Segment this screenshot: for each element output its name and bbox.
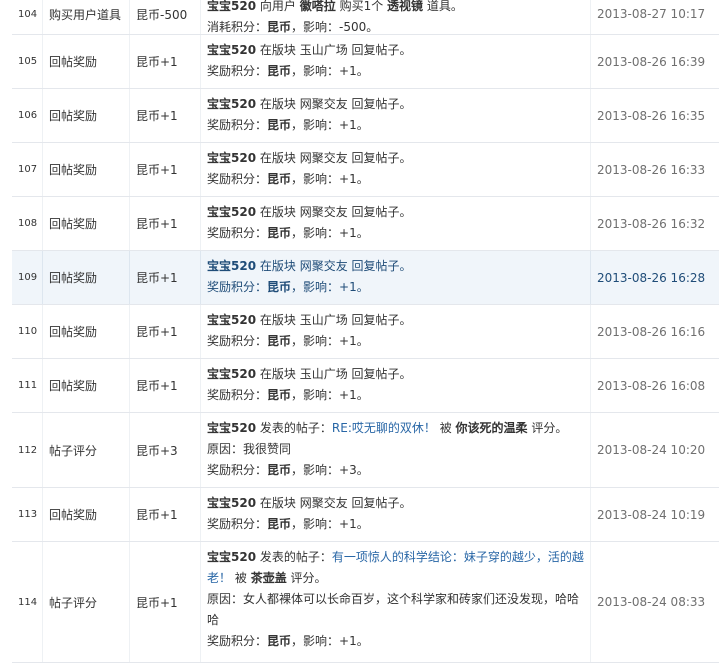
username-link[interactable]: 宝宝520 [207,0,256,13]
row-id: 112 [12,413,43,487]
reason-text: 原因：我很赞同 [207,442,292,456]
operation-type: 回帖奖励 [43,251,130,304]
detail: 宝宝520 在版块 网聚交友 回复帖子。 奖励积分：昆币，影响：+1。 [201,89,591,142]
credit-change: 昆币+1 [130,305,201,358]
table-row: 111 回帖奖励 昆币+1 宝宝520 在版块 玉山广场 回复帖子。 奖励积分：… [12,359,719,413]
timestamp: 2013-08-24 08:33 [597,595,706,609]
username-link[interactable]: 宝宝520 [207,259,256,273]
username-link[interactable]: 宝宝520 [207,205,256,219]
operation-type: 帖子评分 [43,542,130,662]
row-id: 105 [12,35,43,88]
timestamp: 2013-08-24 10:19 [597,507,706,522]
rater-link[interactable]: 茶壶盖 [251,571,287,585]
credit-log-table: 104 购买用户道具 昆币-500 宝宝520 向用户 徽嗒拉 购买1个 透视镜… [12,0,719,663]
timestamp: 2013-08-26 16:33 [597,162,706,177]
credit-change: 昆币+1 [130,488,201,541]
row-id: 106 [12,89,43,142]
table-row: 107 回帖奖励 昆币+1 宝宝520 在版块 网聚交友 回复帖子。 奖励积分：… [12,143,719,197]
detail: 宝宝520 在版块 玉山广场 回复帖子。 奖励积分：昆币，影响：+1。 [201,305,591,358]
detail: 宝宝520 在版块 网聚交友 回复帖子。 奖励积分：昆币，影响：+1。 [201,197,591,250]
username-link[interactable]: 宝宝520 [207,550,256,564]
credit-change: 昆币+1 [130,89,201,142]
credit-change: 昆币+1 [130,143,201,196]
table-row: 105 回帖奖励 昆币+1 宝宝520 在版块 玉山广场 回复帖子。 奖励积分：… [12,35,719,89]
timestamp: 2013-08-26 16:08 [597,378,706,393]
row-id: 111 [12,359,43,412]
table-row: 106 回帖奖励 昆币+1 宝宝520 在版块 网聚交友 回复帖子。 奖励积分：… [12,89,719,143]
username-link[interactable]: 宝宝520 [207,367,256,381]
operation-type: 回帖奖励 [43,89,130,142]
target-user-link[interactable]: 徽嗒拉 [300,0,336,13]
post-link[interactable]: RE:哎无聊的双休！ [332,421,436,435]
username-link[interactable]: 宝宝520 [207,151,256,165]
timestamp: 2013-08-26 16:39 [597,54,706,69]
table-row: 113 回帖奖励 昆币+1 宝宝520 在版块 网聚交友 回复帖子。 奖励积分：… [12,488,719,542]
operation-type: 回帖奖励 [43,305,130,358]
reason-text: 原因：女人都裸体可以长命百岁，这个科学家和砖家们还没发现，哈哈哈 [207,592,580,627]
item-name: 透视镜 [387,0,424,13]
timestamp: 2013-08-26 16:28 [597,270,706,285]
credit-change: 昆币+3 [130,413,201,487]
operation-type: 回帖奖励 [43,143,130,196]
detail: 宝宝520 在版块 网聚交友 回复帖子。 奖励积分：昆币，影响：+1。 [201,488,591,541]
credit-change: 昆币-500 [130,0,201,34]
username-link[interactable]: 宝宝520 [207,313,256,327]
operation-type: 购买用户道具 [43,0,130,34]
row-id: 107 [12,143,43,196]
operation-type: 回帖奖励 [43,197,130,250]
credit-change: 昆币+1 [130,251,201,304]
timestamp: 2013-08-26 16:16 [597,324,706,339]
operation-type: 回帖奖励 [43,359,130,412]
credit-change: 昆币+1 [130,197,201,250]
detail: 宝宝520 发表的帖子：RE:哎无聊的双休！ 被 你该死的温柔 评分。 原因：我… [201,413,591,487]
username-link[interactable]: 宝宝520 [207,97,256,111]
row-id: 113 [12,488,43,541]
table-row: 108 回帖奖励 昆币+1 宝宝520 在版块 网聚交友 回复帖子。 奖励积分：… [12,197,719,251]
operation-type: 回帖奖励 [43,35,130,88]
rater-link[interactable]: 你该死的温柔 [456,421,528,435]
row-id: 110 [12,305,43,358]
table-row-hover: 109 回帖奖励 昆币+1 宝宝520 在版块 网聚交友 回复帖子。 奖励积分：… [12,251,719,305]
credit-change: 昆币+1 [130,542,201,662]
detail: 宝宝520 向用户 徽嗒拉 购买1个 透视镜 道具。 消耗积分：昆币，影响：-5… [201,0,591,34]
row-id: 108 [12,197,43,250]
row-id: 109 [12,251,43,304]
timestamp: 2013-08-26 16:32 [597,216,706,231]
detail: 宝宝520 在版块 网聚交友 回复帖子。 奖励积分：昆币，影响：+1。 [201,251,591,304]
detail: 宝宝520 在版块 网聚交友 回复帖子。 奖励积分：昆币，影响：+1。 [201,143,591,196]
username-link[interactable]: 宝宝520 [207,496,256,510]
credit-change: 昆币+1 [130,359,201,412]
detail: 宝宝520 在版块 玉山广场 回复帖子。 奖励积分：昆币，影响：+1。 [201,359,591,412]
detail: 宝宝520 发表的帖子：有一项惊人的科学结论：妹子穿的越少，活的越老！ 被 茶壶… [201,542,591,662]
row-id: 104 [12,0,43,34]
timestamp: 2013-08-24 10:20 [597,443,706,457]
timestamp: 2013-08-26 16:35 [597,108,706,123]
table-row: 104 购买用户道具 昆币-500 宝宝520 向用户 徽嗒拉 购买1个 透视镜… [12,0,719,35]
timestamp: 2013-08-27 10:17 [597,7,706,21]
username-link[interactable]: 宝宝520 [207,43,256,57]
username-link[interactable]: 宝宝520 [207,421,256,435]
operation-type: 帖子评分 [43,413,130,487]
table-row: 114 帖子评分 昆币+1 宝宝520 发表的帖子：有一项惊人的科学结论：妹子穿… [12,542,719,663]
credit-change: 昆币+1 [130,35,201,88]
table-row: 112 帖子评分 昆币+3 宝宝520 发表的帖子：RE:哎无聊的双休！ 被 你… [12,413,719,488]
row-id: 114 [12,542,43,662]
table-row: 110 回帖奖励 昆币+1 宝宝520 在版块 玉山广场 回复帖子。 奖励积分：… [12,305,719,359]
operation-type: 回帖奖励 [43,488,130,541]
detail: 宝宝520 在版块 玉山广场 回复帖子。 奖励积分：昆币，影响：+1。 [201,35,591,88]
